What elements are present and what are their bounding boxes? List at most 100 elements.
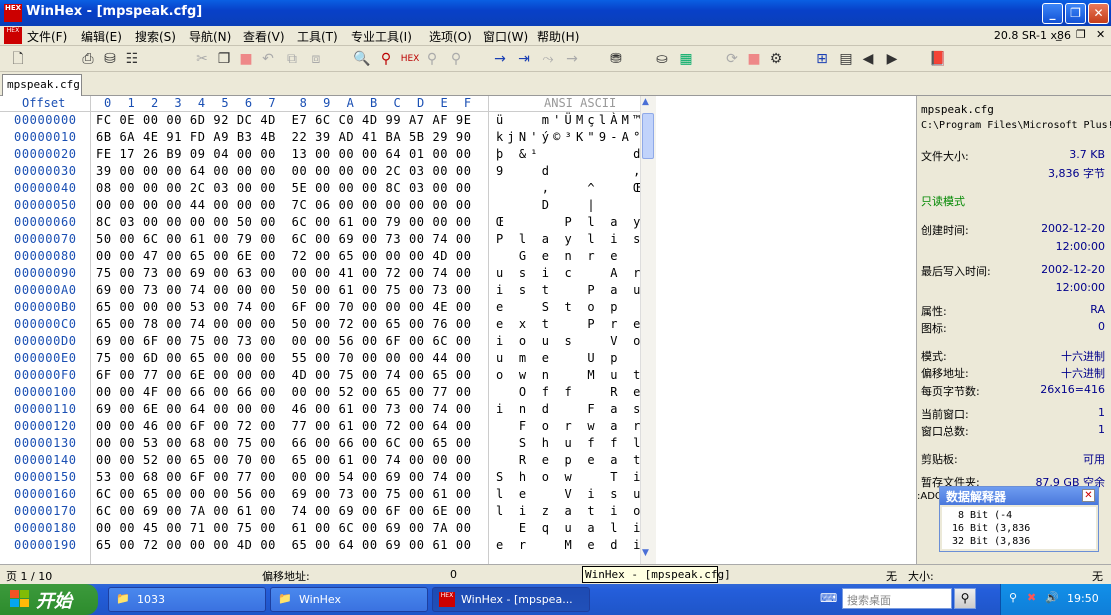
row-offset[interactable]: 00000130 (14, 436, 77, 450)
calculator-icon[interactable]: ▦ (676, 49, 696, 69)
row-hex-bytes[interactable]: 08 00 00 00 2C 03 00 00 5E 00 00 00 8C 0… (96, 181, 472, 195)
row-offset[interactable]: 00000140 (14, 453, 77, 467)
row-offset[interactable]: 00000120 (14, 419, 77, 433)
row-offset[interactable]: 00000170 (14, 504, 77, 518)
row-hex-bytes[interactable]: 6C 00 69 00 7A 00 61 00 74 00 69 00 6F 0… (96, 504, 472, 518)
hex-row[interactable]: 00000060 8C 03 00 00 00 00 50 00 6C 00 61… (0, 215, 640, 232)
mdi-minimize-button[interactable]: _ (1056, 28, 1062, 41)
row-hex-bytes[interactable]: 65 00 78 00 74 00 00 00 50 00 72 00 65 0… (96, 317, 472, 331)
undo-icon[interactable]: ↶ (258, 49, 278, 69)
clock[interactable]: 19:50 (1067, 592, 1099, 605)
row-offset[interactable]: 00000100 (14, 385, 77, 399)
menu-tools[interactable]: 工具(T) (297, 28, 338, 45)
row-hex-bytes[interactable]: 00 00 00 00 44 00 00 00 7C 06 00 00 00 0… (96, 198, 472, 212)
scroll-up-icon[interactable]: ▲ (642, 97, 649, 107)
row-hex-bytes[interactable]: 39 00 00 00 64 00 00 00 00 00 00 00 2C 0… (96, 164, 472, 178)
status-page[interactable]: 页 1 / 10 (6, 568, 52, 584)
hex-row[interactable]: 00000110 69 00 6E 00 64 00 00 00 46 00 61… (0, 402, 663, 419)
row-offset[interactable]: 00000160 (14, 487, 77, 501)
row-offset[interactable]: 00000060 (14, 215, 77, 229)
interpreter-close-icon[interactable]: ✕ (1082, 489, 1095, 502)
menu-view[interactable]: 查看(V) (243, 28, 285, 45)
hex-row[interactable]: 000000B0 65 00 00 00 53 00 74 00 6F 00 70… (0, 300, 663, 317)
row-hex-bytes[interactable]: 00 00 47 00 65 00 6E 00 72 00 65 00 00 0… (96, 249, 472, 263)
menu-specialist-tools[interactable]: 专业工具(I) (351, 28, 412, 45)
structure-icon[interactable]: ⊞ (812, 49, 832, 69)
hex-row[interactable]: 000000A0 69 00 73 00 74 00 00 00 50 00 61… (0, 283, 663, 300)
row-hex-bytes[interactable]: 6F 00 77 00 6E 00 00 00 4D 00 75 00 74 0… (96, 368, 472, 382)
menu-navigation[interactable]: 导航(N) (189, 28, 231, 45)
mdi-close-button[interactable]: ✕ (1096, 28, 1105, 41)
row-hex-bytes[interactable]: FC 0E 00 00 6D 92 DC 4D E7 6C C0 4D 99 A… (96, 113, 472, 127)
row-offset[interactable]: 000000E0 (14, 351, 77, 365)
mdi-restore-button[interactable]: ❐ (1076, 28, 1086, 41)
menu-search[interactable]: 搜索(S) (135, 28, 176, 45)
refresh-icon[interactable]: ⟳ (722, 49, 742, 69)
hex-row[interactable]: 00000040 08 00 00 00 2C 03 00 00 5E 00 00… (0, 181, 640, 198)
paste-icon[interactable]: ■ (236, 49, 256, 69)
search-icon[interactable]: ⚲ (954, 588, 976, 609)
hex-row[interactable]: 00000190 65 00 72 00 00 00 4D 00 65 00 64… (0, 538, 663, 555)
hex-row[interactable]: 00000150 53 00 68 00 6F 00 77 00 00 00 54… (0, 470, 663, 487)
winhex-app-icon[interactable]: HEX (4, 4, 22, 22)
hex-row[interactable]: 00000140 00 00 52 00 65 00 70 00 65 00 61… (0, 453, 640, 470)
taskbar-item-1033[interactable]: 📁 1033 (108, 587, 266, 612)
hex-row[interactable]: 00000010 6B 6A 4E 91 FD A9 B3 4B 22 39 AD… (0, 130, 675, 147)
row-hex-bytes[interactable]: 00 00 53 00 68 00 75 00 66 00 66 00 6C 0… (96, 436, 472, 450)
row-offset[interactable]: 00000050 (14, 198, 77, 212)
maximize-button[interactable]: ❐ (1065, 3, 1086, 24)
minimize-button[interactable]: _ (1042, 3, 1063, 24)
status-offset[interactable]: 0 (450, 568, 457, 581)
new-file-icon[interactable]: 🗋 (8, 49, 28, 69)
row-offset[interactable]: 00000020 (14, 147, 77, 161)
jump-icon[interactable]: → (562, 49, 582, 69)
row-hex-bytes[interactable]: 75 00 6D 00 65 00 00 00 55 00 70 00 00 0… (96, 351, 472, 365)
document-icon[interactable]: HEX (4, 27, 22, 44)
properties-icon[interactable]: ☷ (122, 49, 142, 69)
row-offset[interactable]: 000000C0 (14, 317, 77, 331)
hex-row[interactable]: 00000180 00 00 45 00 71 00 75 00 61 00 6C… (0, 521, 663, 538)
hex-row[interactable]: 00000100 00 00 4F 00 66 00 66 00 00 00 52… (0, 385, 663, 402)
print-icon[interactable]: ⎙ (78, 49, 98, 69)
menu-edit[interactable]: 编辑(E) (81, 28, 122, 45)
row-hex-bytes[interactable]: 00 00 52 00 65 00 70 00 65 00 61 00 74 0… (96, 453, 472, 467)
row-ansi-text[interactable]: , ^ Œ (496, 181, 645, 195)
row-offset[interactable]: 00000070 (14, 232, 77, 246)
row-hex-bytes[interactable]: 6C 00 65 00 00 00 56 00 69 00 73 00 75 0… (96, 487, 472, 501)
row-hex-bytes[interactable]: 65 00 00 00 53 00 74 00 6F 00 70 00 00 0… (96, 300, 472, 314)
cut-icon[interactable]: ✂ (192, 49, 212, 69)
copy-icon[interactable]: ❐ (214, 49, 234, 69)
hex-row[interactable]: 000000D0 69 00 6F 00 75 00 73 00 00 00 56… (0, 334, 663, 351)
row-offset[interactable]: 000000F0 (14, 368, 77, 382)
hex-editor-pane[interactable]: Offset 0 1 2 3 4 5 6 7 8 9 A B C D E F A… (0, 96, 675, 564)
find-hex-icon[interactable]: ⚲ (376, 49, 396, 69)
disk-tools-icon[interactable]: ⛃ (606, 49, 626, 69)
row-offset[interactable]: 00000110 (14, 402, 77, 416)
info-offset[interactable]: 十六进制 (1061, 365, 1105, 381)
row-hex-bytes[interactable]: 69 00 6F 00 75 00 73 00 00 00 56 00 6F 0… (96, 334, 472, 348)
find-text-icon[interactable]: 🔍 (352, 49, 372, 69)
row-hex-bytes[interactable]: 00 00 46 00 6F 00 72 00 77 00 61 00 72 0… (96, 419, 472, 433)
find-prev-icon[interactable]: ⚲ (446, 49, 466, 69)
row-hex-bytes[interactable]: 53 00 68 00 6F 00 77 00 00 00 54 00 69 0… (96, 470, 472, 484)
scrollbar-thumb[interactable] (642, 113, 654, 159)
close-button[interactable]: ✕ (1088, 3, 1109, 24)
hex-row[interactable]: 00000160 6C 00 65 00 00 00 56 00 69 00 73… (0, 487, 663, 504)
row-hex-bytes[interactable]: FE 17 26 B9 09 04 00 00 13 00 00 00 64 0… (96, 147, 472, 161)
hex-row[interactable]: 00000020 FE 17 26 B9 09 04 00 00 13 00 00… (0, 147, 640, 164)
scroll-down-icon[interactable]: ▼ (642, 548, 649, 558)
row-hex-bytes[interactable]: 00 00 45 00 71 00 75 00 61 00 6C 00 69 0… (96, 521, 472, 535)
row-hex-bytes[interactable]: 00 00 4F 00 66 00 66 00 00 00 52 00 65 0… (96, 385, 472, 399)
row-hex-bytes[interactable]: 69 00 6E 00 64 00 00 00 46 00 61 00 73 0… (96, 402, 472, 416)
row-ansi-text[interactable]: D | (496, 198, 599, 212)
row-hex-bytes[interactable]: 6B 6A 4E 91 FD A9 B3 4B 22 39 AD 41 BA 5… (96, 130, 472, 144)
hex-row[interactable]: 000000E0 75 00 6D 00 65 00 00 00 55 00 70… (0, 351, 663, 368)
paste-block-icon[interactable]: ⧈ (306, 49, 326, 69)
row-ansi-text[interactable]: R e p e a t (496, 453, 645, 467)
row-hex-bytes[interactable]: 8C 03 00 00 00 00 50 00 6C 00 61 00 79 0… (96, 215, 472, 229)
row-offset[interactable]: 000000B0 (14, 300, 77, 314)
row-offset[interactable]: 00000190 (14, 538, 77, 552)
readonly-mode[interactable]: 只读模式 (921, 193, 965, 209)
keyboard-icon[interactable]: ⌨ (820, 591, 837, 605)
row-offset[interactable]: 00000010 (14, 130, 77, 144)
